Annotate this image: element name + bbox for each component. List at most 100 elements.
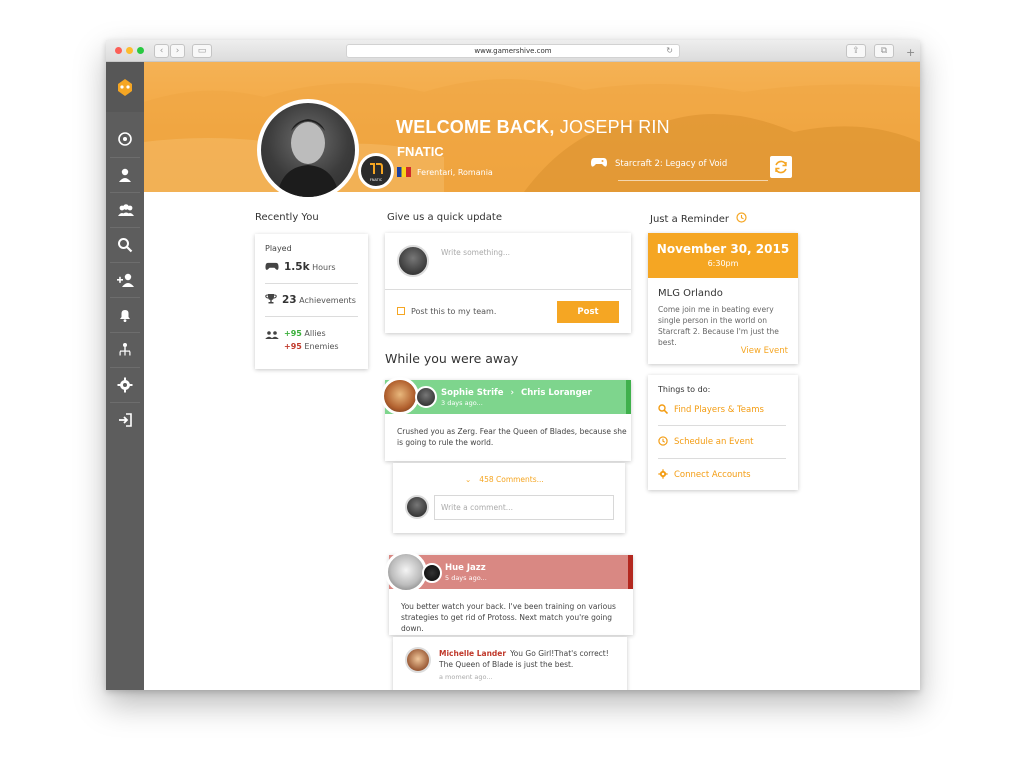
tabs-button[interactable]: ⧉	[874, 44, 894, 58]
view-event-link[interactable]: View Event	[741, 346, 788, 356]
arrow-right-icon: ›	[510, 388, 514, 398]
todo-label: Schedule an Event	[674, 437, 754, 447]
post-time: 5 days ago...	[445, 574, 487, 582]
reply-card: Michelle Lander You Go Girl!That's correc…	[393, 637, 627, 690]
profile-photo	[277, 119, 339, 197]
post-button[interactable]: Post	[557, 301, 619, 323]
app-sidebar	[106, 62, 144, 690]
comments-card: ⌄ 458 Comments... Write a comment...	[393, 463, 625, 533]
address-bar[interactable]: www.gamershive.com ↻	[346, 44, 680, 58]
app-logo[interactable]	[106, 62, 144, 112]
post-author[interactable]: Hue Jazz	[445, 563, 486, 573]
reply-text: Michelle Lander You Go Girl!That's correc…	[439, 648, 621, 670]
chevron-down-icon: ⌄	[465, 475, 472, 484]
away-title: While you were away	[385, 351, 519, 366]
post-author[interactable]: Sophie Strife	[441, 388, 504, 398]
sync-game-button[interactable]	[770, 156, 792, 178]
todo-connect-accounts[interactable]: Connect Accounts	[658, 469, 751, 480]
post-time: 3 days ago...	[441, 399, 483, 407]
post-game-avatar[interactable]	[422, 563, 442, 583]
enemies-value: +95	[284, 342, 302, 351]
sidebar-item-hierarchy[interactable]	[110, 332, 140, 366]
post-author-avatar[interactable]	[381, 377, 419, 415]
search-icon	[658, 404, 669, 415]
romania-flag-icon	[397, 167, 411, 177]
share-button[interactable]: ⇪	[846, 44, 866, 58]
dashboard-icon	[118, 132, 132, 146]
back-button[interactable]: ‹	[154, 44, 169, 58]
sidebar-item-search[interactable]	[110, 227, 140, 261]
add-user-icon	[117, 273, 134, 287]
reload-icon[interactable]: ↻	[666, 45, 673, 57]
user-location: Ferentari, Romania	[397, 167, 493, 177]
gear-icon	[117, 377, 133, 393]
sidebar-item-team[interactable]	[110, 192, 140, 226]
allies-label: Allies	[304, 329, 326, 338]
sidebar-item-settings[interactable]	[110, 367, 140, 401]
update-avatar	[397, 245, 429, 277]
todo-card: Things to do: Find Players & Teams Sched…	[648, 375, 798, 490]
reply-author[interactable]: Michelle Lander	[439, 649, 506, 658]
feed-post-authors: Sophie Strife › Chris Loranger	[441, 388, 592, 398]
clock-icon	[736, 212, 747, 223]
sidebar-item-dashboard[interactable]	[110, 122, 140, 156]
zoom-window-button[interactable]	[137, 47, 144, 54]
feed-post-accent	[628, 555, 633, 589]
current-game[interactable]: Starcraft 2: Legacy of Void	[591, 157, 727, 169]
reminder-date: November 30, 2015	[656, 242, 790, 256]
forward-button[interactable]: ›	[170, 44, 185, 58]
team-checkbox-row[interactable]: Post this to my team.	[397, 307, 496, 316]
sidebar-item-add-user[interactable]	[110, 262, 140, 296]
refresh-icon	[775, 160, 787, 174]
team-name[interactable]: FNATIC	[397, 144, 444, 159]
reminder-time: 6:30pm	[707, 259, 739, 268]
todo-divider	[658, 458, 786, 459]
team-logo[interactable]: FNATIC	[358, 153, 394, 189]
recently-card: Played 1.5k Hours 23 Achievements +95 Al…	[255, 234, 368, 369]
todo-label: Connect Accounts	[674, 470, 751, 480]
feed-post-accent	[626, 380, 631, 414]
sidebar-item-notifications[interactable]	[110, 297, 140, 331]
todo-schedule-event[interactable]: Schedule an Event	[658, 436, 753, 447]
achievements-value: 23	[282, 294, 297, 306]
reply-avatar	[405, 647, 431, 673]
url-text: www.gamershive.com	[474, 47, 552, 55]
bell-icon	[120, 310, 130, 322]
event-body: Come join me in beating every single per…	[658, 305, 779, 347]
comments-count: 458 Comments...	[479, 475, 544, 484]
post-author-avatar[interactable]	[385, 551, 427, 593]
comment-avatar	[405, 495, 429, 519]
hours-label: Hours	[312, 263, 336, 272]
achievements-label: Achievements	[299, 296, 356, 305]
team-checkbox[interactable]	[397, 307, 405, 315]
post-body: You better watch your back. I've been tr…	[401, 602, 616, 633]
post-target[interactable]: Chris Loranger	[521, 388, 592, 398]
reminder-title-text: Just a Reminder	[650, 214, 730, 225]
location-text: Ferentari, Romania	[417, 168, 493, 177]
minimize-window-button[interactable]	[126, 47, 133, 54]
played-label: Played	[265, 244, 292, 253]
hours-stat: 1.5k Hours	[265, 261, 336, 273]
welcome-heading: WELCOME BACK, JOSEPH RIN	[396, 117, 670, 138]
comments-toggle[interactable]: ⌄ 458 Comments...	[465, 475, 544, 484]
todo-label: Find Players & Teams	[674, 405, 764, 415]
gamepad-logo-icon	[118, 79, 132, 96]
sidebar-item-profile[interactable]	[110, 157, 140, 191]
comment-input[interactable]: Write a comment...	[434, 495, 614, 520]
post-body: Crushed you as Zerg. Fear the Queen of B…	[397, 427, 627, 447]
sidebar-item-logout[interactable]	[110, 402, 140, 436]
browser-window: ‹ › ▭ www.gamershive.com ↻ ⇪ ⧉ + FNATIC …	[106, 40, 920, 690]
sidebar-toggle-button[interactable]: ▭	[192, 44, 212, 58]
new-tab-button[interactable]: +	[906, 46, 915, 59]
profile-avatar[interactable]	[257, 99, 359, 201]
profile-icon	[119, 168, 131, 182]
allies-value: +95	[284, 329, 302, 338]
reminder-card: November 30, 2015 6:30pm MLG Orlando Com…	[648, 233, 798, 364]
logout-icon	[119, 413, 132, 427]
close-window-button[interactable]	[115, 47, 122, 54]
reminder-title: Just a Reminder	[650, 212, 747, 225]
post-target-avatar[interactable]	[415, 386, 437, 408]
update-input[interactable]: Write something...	[441, 248, 621, 268]
group-icon	[265, 331, 279, 339]
todo-find-players[interactable]: Find Players & Teams	[658, 404, 764, 415]
